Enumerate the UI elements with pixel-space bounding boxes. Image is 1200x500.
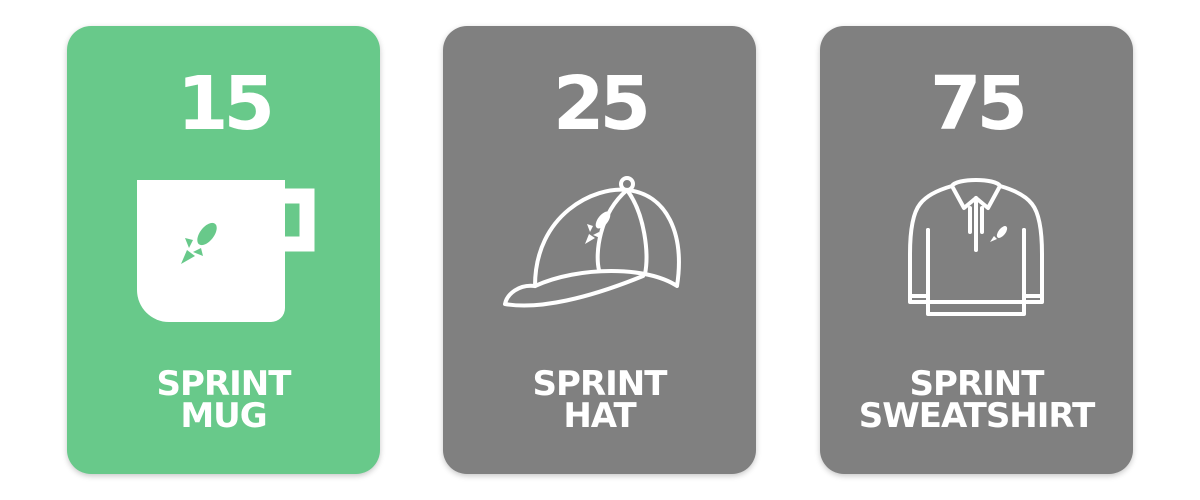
rocket-logo-icon [990,226,1008,242]
reward-card-mug[interactable]: 15 SPRINT MUG [67,26,380,474]
cap-icon [503,176,681,308]
reward-card-hat[interactable]: 25 SPRINT HAT [443,26,756,474]
rewards-row: 15 SPRINT MUG 25 SPRINT HAT 75 SPRINT SW… [0,0,1200,500]
reward-points: 75 [930,61,1028,147]
reward-points: 25 [553,61,651,147]
reward-card-sweatshirt[interactable]: 75 SPRINT SWEATSHIRT [820,26,1133,474]
reward-points: 15 [177,61,275,147]
mug-icon [137,180,315,322]
reward-name-line2: SWEATSHIRT [858,396,1096,436]
reward-name-line2: HAT [563,396,636,436]
reward-name: SPRINT MUG [67,367,380,436]
reward-name: SPRINT SWEATSHIRT [820,367,1133,436]
sweatshirt-icon [908,178,1044,316]
reward-name: SPRINT HAT [443,367,756,436]
reward-name-line2: MUG [180,396,267,436]
